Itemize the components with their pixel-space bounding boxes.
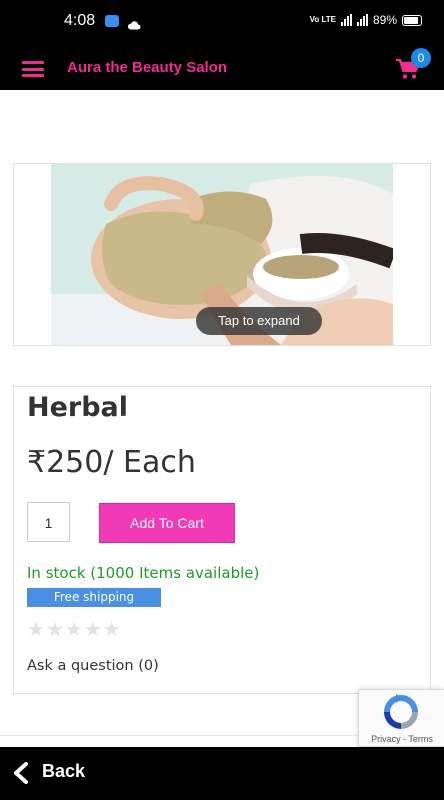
back-arrow-icon[interactable]: [11, 762, 31, 784]
stock-status: In stock (1000 Items available): [27, 564, 260, 582]
tap-to-expand-hint[interactable]: Tap to expand: [196, 307, 322, 335]
app-header: Aura the Beauty Salon 0: [0, 44, 444, 90]
cloud-icon: [127, 15, 141, 34]
signal-icon: [340, 14, 352, 26]
status-bar: 4:08 Vo LTE 89%: [0, 0, 444, 44]
volte-indicator: Vo LTE: [309, 15, 336, 24]
product-price: ₹250/ Each: [27, 445, 196, 480]
star-icon[interactable]: ★: [46, 619, 64, 639]
divider: [0, 735, 358, 736]
add-to-cart-button[interactable]: Add To Cart: [99, 503, 235, 543]
star-icon[interactable]: ★: [65, 619, 83, 639]
status-time: 4:08: [64, 12, 96, 29]
product-title: Herbal: [27, 392, 129, 423]
rating-stars[interactable]: ★ ★ ★ ★ ★: [27, 619, 121, 639]
quantity-input[interactable]: 1: [27, 502, 70, 542]
app-notification-icon: [105, 15, 119, 27]
product-image[interactable]: Tap to expand: [51, 164, 393, 345]
star-icon[interactable]: ★: [27, 619, 45, 639]
menu-icon[interactable]: [22, 61, 44, 77]
star-icon[interactable]: ★: [84, 619, 102, 639]
free-shipping-badge: Free shipping: [27, 588, 161, 607]
battery-percent: 89%: [372, 13, 397, 27]
back-button-label[interactable]: Back: [42, 761, 85, 782]
cart-count-badge: 0: [411, 48, 431, 68]
ask-question-link[interactable]: Ask a question (0): [27, 658, 159, 674]
recaptcha-badge[interactable]: Privacy - Terms: [358, 689, 444, 747]
battery-icon: [402, 14, 422, 26]
bottom-bar[interactable]: Back: [0, 747, 444, 800]
product-gallery[interactable]: Tap to expand: [13, 163, 431, 346]
recaptcha-links[interactable]: Privacy - Terms: [359, 734, 444, 744]
app-title: Aura the Beauty Salon: [67, 59, 228, 76]
signal-icon-2: [356, 14, 368, 26]
status-indicators: Vo LTE 89%: [310, 13, 422, 27]
recaptcha-icon: [378, 694, 424, 730]
star-icon[interactable]: ★: [103, 619, 121, 639]
product-details-card: Herbal ₹250/ Each 1 Add To Cart In stock…: [13, 386, 431, 694]
